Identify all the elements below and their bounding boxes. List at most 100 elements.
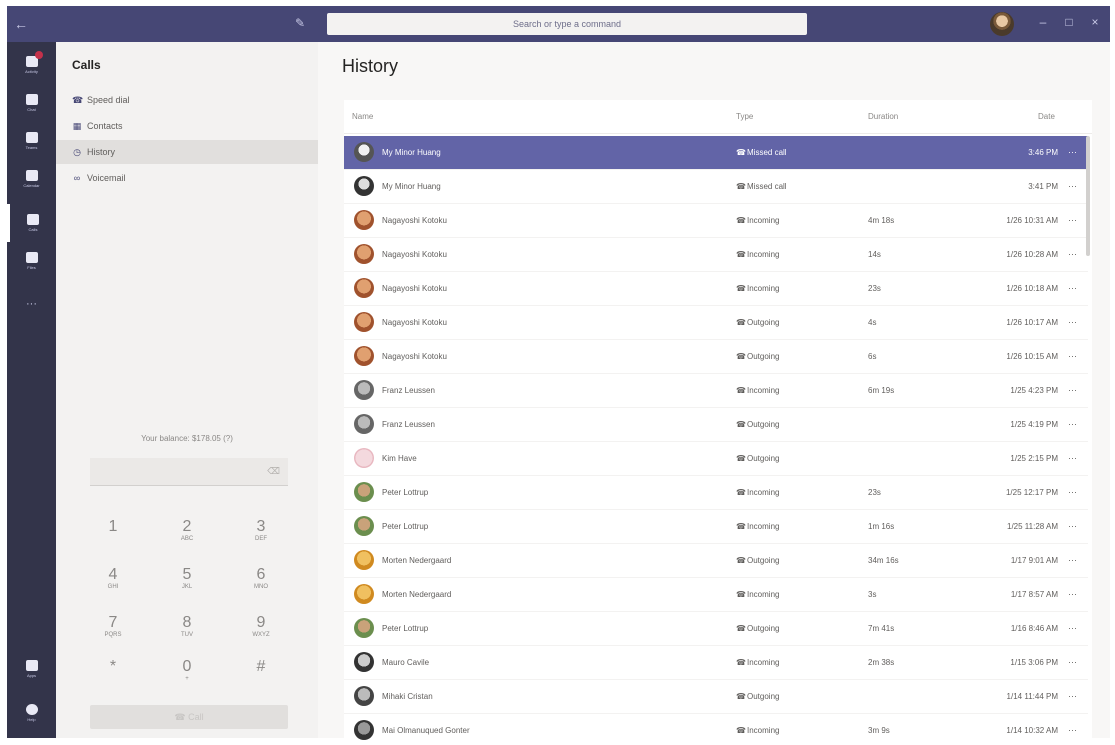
- table-row[interactable]: Kim Have ☎Outgoing 1/25 2:15 PM ···: [344, 442, 1088, 476]
- table-row[interactable]: Franz Leussen ☎Outgoing 1/25 4:19 PM ···: [344, 408, 1088, 442]
- scrollbar[interactable]: [1086, 136, 1090, 256]
- contact-name: Morten Nedergaard: [382, 556, 452, 565]
- history-main: History Name Type Duration Date My Minor…: [318, 42, 1110, 740]
- search-input[interactable]: Search or type a command: [327, 13, 807, 35]
- back-arrow-icon[interactable]: ←: [7, 16, 35, 32]
- contact-name: Nagayoshi Kotoku: [382, 216, 447, 225]
- dialpad-key[interactable]: 5 JKL: [167, 566, 207, 606]
- call-type-icon: ☎: [736, 250, 746, 259]
- close-icon[interactable]: ×: [1085, 15, 1105, 29]
- contact-name: Nagayoshi Kotoku: [382, 352, 447, 361]
- call-button[interactable]: ☎ Call: [90, 705, 288, 729]
- dialpad-key[interactable]: 4 GHI: [93, 566, 133, 606]
- table-row[interactable]: My Minor Huang ☎Missed call 3:41 PM ···: [344, 170, 1088, 204]
- more-options-icon[interactable]: ···: [1068, 351, 1077, 361]
- call-duration: 14s: [868, 250, 881, 259]
- column-header-name[interactable]: Name: [352, 112, 373, 121]
- dialpad-key[interactable]: 7 PQRS: [93, 614, 133, 654]
- call-duration: 1m 16s: [868, 522, 895, 531]
- app-bar: Activity Chat Teams Calendar Calls Files…: [7, 42, 56, 738]
- dialpad-key[interactable]: *: [93, 658, 133, 698]
- more-options-icon[interactable]: ···: [1068, 453, 1077, 463]
- maximize-icon[interactable]: □: [1059, 15, 1079, 29]
- contact-name: My Minor Huang: [382, 148, 441, 157]
- call-date: 1/26 10:31 AM: [1006, 216, 1058, 225]
- more-options-icon[interactable]: ···: [1068, 215, 1077, 225]
- key-letters: +: [185, 676, 189, 682]
- backspace-icon[interactable]: ⌫: [267, 466, 280, 477]
- column-header-duration[interactable]: Duration: [868, 112, 898, 121]
- call-type-label: Incoming: [747, 726, 780, 735]
- table-row[interactable]: Franz Leussen ☎Incoming 6m 19s 1/25 4:23 PM…: [344, 374, 1088, 408]
- table-row[interactable]: Nagayoshi Kotoku ☎Incoming 23s 1/26 10:18 A…: [344, 272, 1088, 306]
- key-letters: WXYZ: [252, 632, 270, 638]
- dialpad-key[interactable]: 8 TUV: [167, 614, 207, 654]
- table-row[interactable]: Mihaki Cristan ☎Outgoing 1/14 11:44 PM ···: [344, 680, 1088, 714]
- profile-avatar[interactable]: [990, 12, 1014, 36]
- dialpad-key[interactable]: 2 ABC: [167, 518, 207, 558]
- app-files-button[interactable]: Files: [7, 242, 56, 280]
- nav-voicemail[interactable]: ∞ Voicemail: [56, 166, 318, 190]
- call-duration: 4s: [868, 318, 877, 327]
- column-header-date[interactable]: Date: [1038, 112, 1055, 121]
- more-options-icon[interactable]: ···: [1068, 181, 1077, 191]
- more-options-icon[interactable]: ···: [1068, 589, 1077, 599]
- table-row[interactable]: Nagayoshi Kotoku ☎Incoming 14s 1/26 10:28 A…: [344, 238, 1088, 272]
- call-type-label: Outgoing: [747, 624, 780, 633]
- app-store-button[interactable]: Apps: [7, 650, 56, 688]
- more-options-icon[interactable]: ···: [1068, 487, 1077, 497]
- more-apps-icon[interactable]: ···: [7, 298, 56, 310]
- call-duration: 6s: [868, 352, 877, 361]
- dialpad-key[interactable]: #: [241, 658, 281, 698]
- more-options-icon[interactable]: ···: [1068, 147, 1077, 157]
- more-options-icon[interactable]: ···: [1068, 623, 1077, 633]
- table-row[interactable]: Morten Nedergaard ☎Incoming 3s 1/17 8:57 AM…: [344, 578, 1088, 612]
- help-button[interactable]: Help: [7, 694, 56, 732]
- key-digit: 4: [108, 566, 118, 583]
- minimize-icon[interactable]: –: [1033, 15, 1053, 29]
- table-row[interactable]: Nagayoshi Kotoku ☎Outgoing 4s 1/26 10:17 AM…: [344, 306, 1088, 340]
- app-calendar-button[interactable]: Calendar: [7, 160, 56, 198]
- dialpad-key[interactable]: 9 WXYZ: [241, 614, 281, 654]
- nav-history[interactable]: ◷ History: [56, 140, 318, 164]
- key-digit: 1: [108, 518, 118, 535]
- table-row[interactable]: Morten Nedergaard ☎Outgoing 34m 16s 1/17 9:…: [344, 544, 1088, 578]
- dialpad-key[interactable]: 6 MNO: [241, 566, 281, 606]
- table-row[interactable]: Mai Olmanuqued Gonter ☎Incoming 3m 9s 1/14 …: [344, 714, 1088, 745]
- key-letters: MNO: [254, 584, 268, 590]
- app-activity-button[interactable]: Activity: [7, 46, 56, 84]
- more-options-icon[interactable]: ···: [1068, 657, 1077, 667]
- dialpad-key[interactable]: 0 +: [167, 658, 207, 698]
- call-type-icon: ☎: [736, 658, 746, 667]
- table-row[interactable]: Peter Lottrup ☎Incoming 23s 1/25 12:17 PM ··…: [344, 476, 1088, 510]
- more-options-icon[interactable]: ···: [1068, 521, 1077, 531]
- dial-number-input[interactable]: ⌫: [90, 458, 288, 486]
- nav-speed-dial[interactable]: ☎ Speed dial: [56, 88, 318, 112]
- more-options-icon[interactable]: ···: [1068, 725, 1077, 735]
- call-type: ☎Incoming: [736, 216, 779, 225]
- more-options-icon[interactable]: ···: [1068, 555, 1077, 565]
- more-options-icon[interactable]: ···: [1068, 317, 1077, 327]
- dialpad-key[interactable]: 1: [93, 518, 133, 558]
- nav-contacts[interactable]: ▦ Contacts: [56, 114, 318, 138]
- more-options-icon[interactable]: ···: [1068, 385, 1077, 395]
- app-chat-button[interactable]: Chat: [7, 84, 56, 122]
- compose-icon[interactable]: ✎: [295, 16, 305, 30]
- more-options-icon[interactable]: ···: [1068, 419, 1077, 429]
- column-header-type[interactable]: Type: [736, 112, 753, 121]
- app-teams-button[interactable]: Teams: [7, 122, 56, 160]
- more-options-icon[interactable]: ···: [1068, 249, 1077, 259]
- table-row[interactable]: Peter Lottrup ☎Incoming 1m 16s 1/25 11:28 A…: [344, 510, 1088, 544]
- table-header: Name Type Duration Date: [344, 100, 1092, 134]
- table-row[interactable]: Nagayoshi Kotoku ☎Incoming 4m 18s 1/26 10:3…: [344, 204, 1088, 238]
- table-row[interactable]: My Minor Huang ☎Missed call 3:46 PM ···: [344, 136, 1088, 170]
- table-row[interactable]: Mauro Cavile ☎Incoming 2m 38s 1/15 3:06 PM ·…: [344, 646, 1088, 680]
- more-options-icon[interactable]: ···: [1068, 283, 1077, 293]
- table-row[interactable]: Nagayoshi Kotoku ☎Outgoing 6s 1/26 10:15 AM…: [344, 340, 1088, 374]
- app-calls-button[interactable]: Calls: [7, 204, 56, 242]
- call-type: ☎Incoming: [736, 658, 779, 667]
- avatar: [354, 380, 374, 400]
- more-options-icon[interactable]: ···: [1068, 691, 1077, 701]
- table-row[interactable]: Peter Lottrup ☎Outgoing 7m 41s 1/16 8:46 AM…: [344, 612, 1088, 646]
- dialpad-key[interactable]: 3 DEF: [241, 518, 281, 558]
